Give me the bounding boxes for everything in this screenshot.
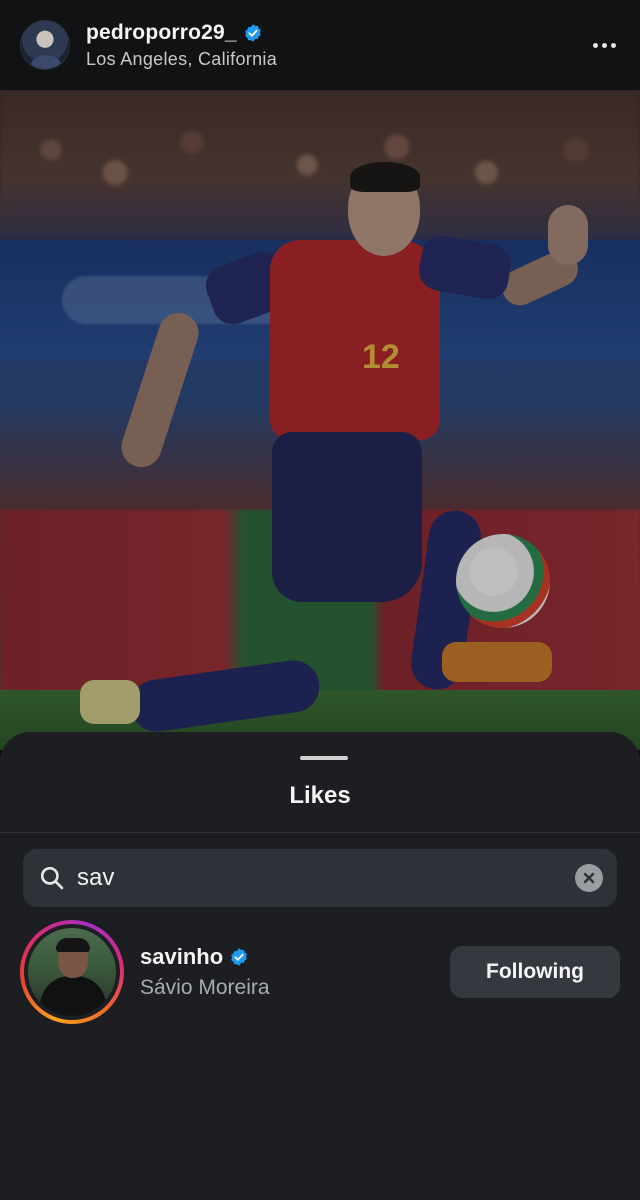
likes-sheet: Likes sav savinho Sávio Moreira Followin…: [0, 732, 640, 1200]
more-options-button[interactable]: [589, 35, 620, 56]
clear-search-button[interactable]: [575, 864, 603, 892]
sheet-divider: [0, 832, 640, 833]
sheet-drag-handle[interactable]: [300, 756, 348, 760]
verified-badge-icon: [244, 23, 261, 42]
more-horizontal-icon: [593, 42, 598, 48]
result-username[interactable]: savinho: [140, 944, 223, 970]
post-location[interactable]: Los Angeles, California: [86, 49, 277, 70]
user-name-row: savinho: [140, 944, 270, 970]
post-author-info: pedroporro29_ Los Angeles, California: [86, 21, 277, 70]
search-icon: [40, 866, 64, 890]
story-ring[interactable]: [20, 920, 124, 1024]
sheet-title: Likes: [289, 782, 351, 809]
screen: pedroporro29_ Los Angeles, California 12…: [0, 0, 640, 1200]
verified-badge-icon: [231, 948, 247, 966]
search-bar: [23, 849, 617, 907]
avatar: [28, 928, 116, 1016]
username-row: pedroporro29_: [86, 21, 277, 45]
list-item[interactable]: savinho Sávio Moreira Following: [20, 918, 620, 1026]
following-button[interactable]: Following: [450, 946, 620, 998]
photo-dim-overlay: [0, 90, 640, 750]
post-author-avatar[interactable]: [20, 20, 70, 70]
post-author-username[interactable]: pedroporro29_: [86, 21, 237, 45]
clear-icon: [583, 872, 595, 884]
user-info: savinho Sávio Moreira: [140, 944, 270, 1000]
post-photo: 12: [0, 90, 640, 750]
post-header: pedroporro29_ Los Angeles, California: [0, 0, 640, 90]
result-full-name: Sávio Moreira: [140, 976, 270, 999]
search-input[interactable]: [77, 864, 575, 892]
